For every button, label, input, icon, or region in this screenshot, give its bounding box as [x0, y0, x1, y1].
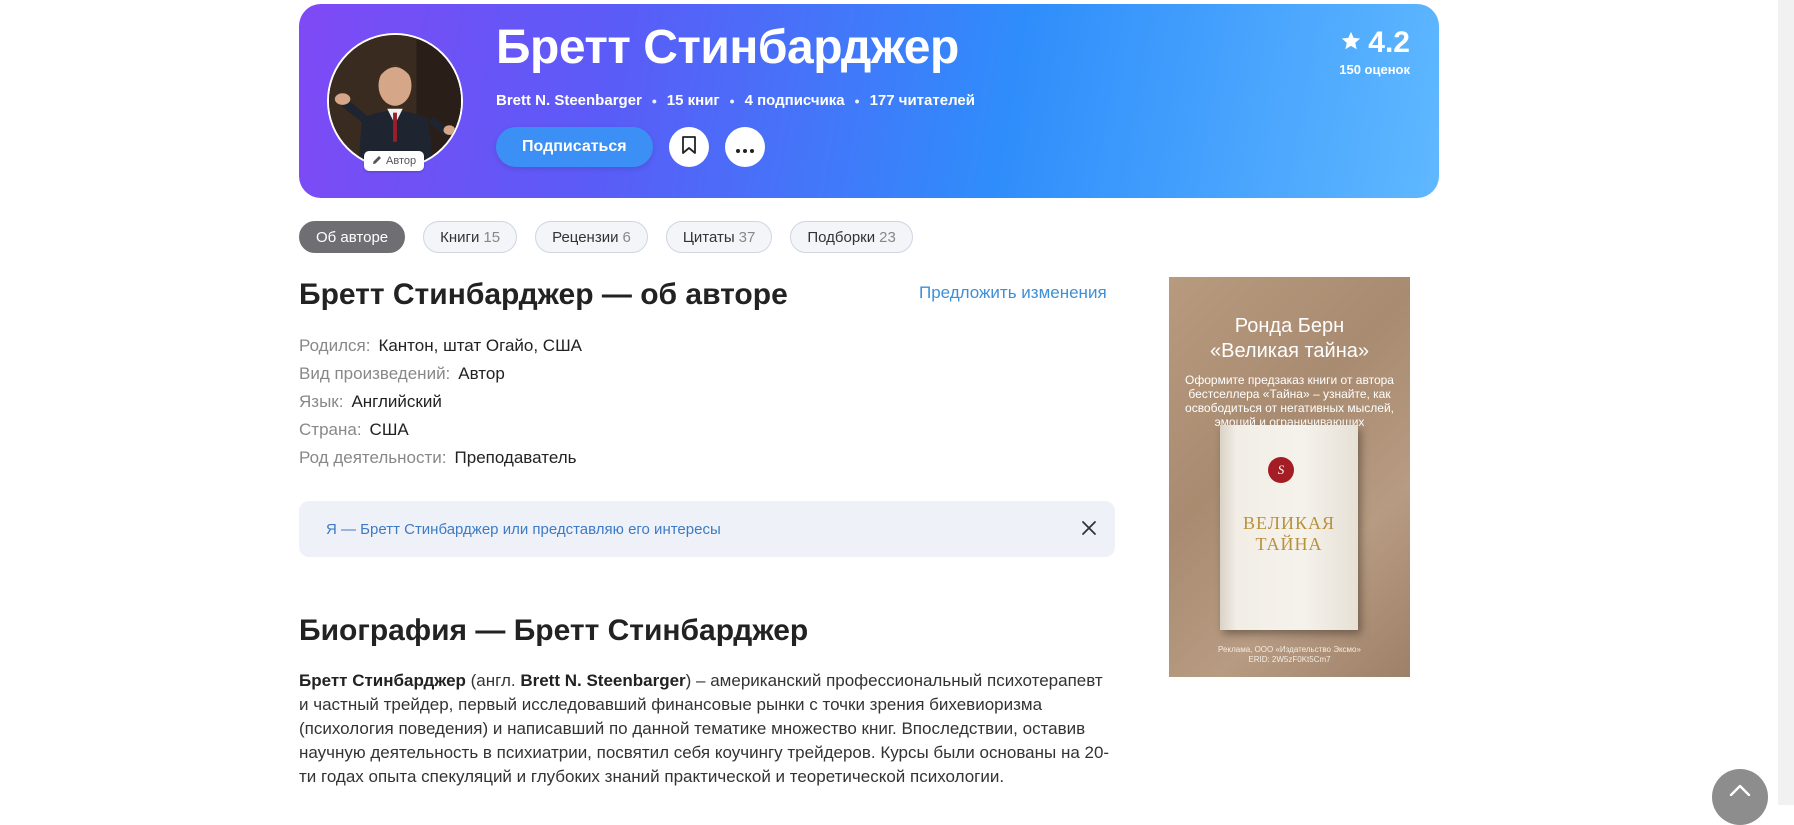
author-header: Автор Бретт Стинбарджер Brett N. Steenba…: [299, 4, 1439, 198]
fact-row: Род деятельности: Преподаватель: [299, 444, 582, 472]
bio-name: Бретт Стинбарджер: [299, 671, 466, 690]
fact-label: Род деятельности:: [299, 448, 447, 467]
scroll-to-top-button[interactable]: [1712, 769, 1768, 825]
more-icon: [735, 137, 754, 158]
ad-banner[interactable]: Ронда Берн «Великая тайна» Оформите пред…: [1169, 277, 1410, 677]
tab-reviews[interactable]: Рецензии 6: [535, 221, 648, 253]
tab-collections[interactable]: Подборки 23: [790, 221, 913, 253]
tab-label: Книги: [440, 228, 480, 246]
readers-count[interactable]: 177 читателей: [870, 92, 975, 109]
original-name: Brett N. Steenbarger: [496, 92, 642, 109]
star-icon: [1340, 26, 1362, 60]
rating-value: 4.2: [1368, 26, 1410, 59]
biography-title: Биография — Бретт Стинбарджер: [299, 614, 809, 647]
subscribe-button[interactable]: Подписаться: [496, 127, 653, 167]
tab-label: Об авторе: [316, 228, 389, 246]
separator-dot: •: [854, 92, 860, 109]
fact-label: Родился:: [299, 336, 371, 355]
fact-row: Страна: США: [299, 416, 582, 444]
tab-label: Цитаты: [682, 228, 735, 246]
claim-authorship-banner: Я — Бретт Стинбарджер или представляю ег…: [299, 501, 1115, 557]
tab-quotes[interactable]: Цитаты 37: [665, 221, 773, 253]
book-cover-title-line: ТАЙНА: [1255, 534, 1323, 554]
author-photo: [329, 35, 461, 167]
suggest-changes-link[interactable]: Предложить изменения: [919, 283, 1107, 303]
rating: 4.2 150 оценок: [1339, 26, 1410, 77]
books-count[interactable]: 15 книг: [667, 92, 720, 109]
tab-label: Подборки: [807, 228, 876, 246]
author-badge: Автор: [364, 151, 425, 171]
subscribers-count[interactable]: 4 подписчика: [745, 92, 845, 109]
ad-legal-line: Реклама, ООО «Издательство Эксмо»: [1218, 645, 1361, 654]
bookmark-icon: [681, 135, 697, 159]
tab-label: Рецензии: [552, 228, 619, 246]
ad-book-cover: S ВЕЛИКАЯ ТАЙНА: [1220, 425, 1358, 630]
tab-books[interactable]: Книги 15: [423, 221, 518, 253]
author-badge-label: Автор: [386, 155, 417, 167]
fact-label: Вид произведений:: [299, 364, 451, 383]
ad-author: Ронда Берн: [1234, 315, 1345, 337]
rating-count: 150 оценок: [1339, 62, 1410, 77]
ad-legal-line: ERID: 2W5zF0Kt5Cm7: [1248, 655, 1331, 664]
fact-value: Английский: [351, 392, 442, 411]
author-name: Бретт Стинбарджер: [496, 21, 959, 74]
book-cover-title-line: ВЕЛИКАЯ: [1243, 513, 1335, 533]
biography-text: Бретт Стинбарджер (англ. Brett N. Steenb…: [299, 669, 1115, 789]
close-icon[interactable]: [1081, 517, 1097, 541]
fact-label: Язык:: [299, 392, 344, 411]
ad-legal: Реклама, ООО «Издательство Эксмо» ERID: …: [1169, 645, 1410, 665]
fact-value: США: [369, 420, 409, 439]
right-edge: [1778, 0, 1794, 805]
fact-value: Преподаватель: [454, 448, 577, 467]
author-facts: Родился: Кантон, штат Огайо, США Вид про…: [299, 332, 582, 472]
avatar[interactable]: [327, 33, 463, 169]
more-button[interactable]: [724, 127, 765, 167]
tab-count: 37: [738, 228, 756, 246]
about-title: Бретт Стинбарджер — об авторе: [299, 278, 788, 311]
fact-value: Кантон, штат Огайо, США: [378, 336, 582, 355]
author-actions: Подписаться: [496, 127, 765, 167]
author-tabs: Об авторе Книги 15 Рецензии 6 Цитаты 37 …: [299, 221, 913, 253]
claim-authorship-link[interactable]: Я — Бретт Стинбарджер или представляю ег…: [326, 521, 721, 538]
bookmark-button[interactable]: [668, 127, 709, 167]
fact-row: Язык: Английский: [299, 388, 582, 416]
pencil-icon: [372, 155, 382, 168]
fact-row: Вид произведений: Автор: [299, 360, 582, 388]
book-seal-icon: S: [1268, 457, 1294, 483]
book-cover-title: ВЕЛИКАЯ ТАЙНА: [1220, 513, 1358, 555]
ad-title: «Великая тайна»: [1210, 340, 1369, 362]
bio-eng-name: Brett N. Steenbarger: [520, 671, 686, 690]
tab-count: 23: [879, 228, 896, 246]
author-meta: Brett N. Steenbarger • 15 книг • 4 подпи…: [496, 92, 975, 109]
fact-label: Страна:: [299, 420, 362, 439]
chevron-up-icon: [1729, 783, 1751, 801]
tab-count: 15: [483, 228, 501, 246]
fact-value: Автор: [458, 364, 505, 383]
fact-row: Родился: Кантон, штат Огайо, США: [299, 332, 582, 360]
tab-about[interactable]: Об авторе: [299, 221, 406, 253]
tab-count: 6: [622, 228, 631, 246]
separator-dot: •: [729, 92, 735, 109]
separator-dot: •: [651, 92, 657, 109]
bio-eng-prefix: (англ.: [465, 671, 521, 690]
